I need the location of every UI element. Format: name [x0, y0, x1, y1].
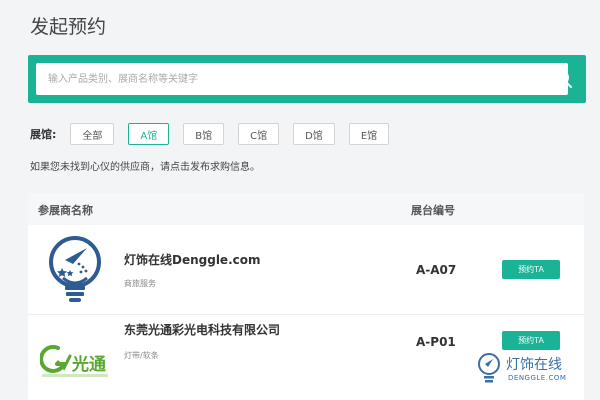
lightbulb-logo-icon	[49, 236, 101, 302]
watermark: 灯饰在线 DENGGLE.COM	[476, 352, 596, 392]
book-button[interactable]: 预约TA	[502, 260, 560, 279]
exhibitor-logo[interactable]	[40, 233, 110, 307]
lightbulb-watermark-icon	[478, 353, 500, 383]
watermark-name: 灯饰在线	[506, 357, 562, 373]
filter-hall-d[interactable]: D馆	[293, 123, 335, 145]
filter-hall-a[interactable]: A馆	[128, 123, 170, 145]
search-button[interactable]	[540, 55, 586, 103]
table-header: 参展商名称 展台编号	[28, 193, 584, 225]
svg-text:光通: 光通	[71, 354, 106, 375]
search-input[interactable]	[36, 63, 568, 95]
table-row: 灯饰在线Denggle.com 商旅服务 A-A07 预约TA	[28, 225, 584, 315]
booth-number: A-A07	[416, 263, 457, 277]
filter-hall-b[interactable]: B馆	[183, 123, 225, 145]
filter-hall-e[interactable]: E馆	[348, 123, 390, 145]
exhibitor-logo[interactable]: 光通	[40, 323, 110, 397]
exhibitor-category: 商旅服务	[124, 279, 156, 288]
watermark-domain: DENGGLE.COM	[508, 374, 567, 382]
book-button[interactable]: 预约TA	[502, 331, 560, 350]
header-booth-number: 展台编号	[411, 204, 455, 217]
filter-all[interactable]: 全部	[70, 123, 115, 145]
search-icon	[554, 70, 572, 88]
booth-number: A-P01	[416, 335, 456, 349]
guangtong-logo-icon: 光通	[40, 344, 108, 377]
hint-text: 如果您未找到心仪的供应商，请点击发布求购信息。	[30, 162, 260, 173]
page-title: 发起预约	[30, 16, 107, 38]
exhibitor-name[interactable]: 东莞光通彩光电科技有限公司	[124, 321, 280, 338]
hall-filter: 展馆: 全部 A馆 B馆 C馆 D馆 E馆	[30, 123, 403, 145]
hall-filter-label: 展馆:	[30, 128, 57, 141]
exhibitor-name[interactable]: 灯饰在线Denggle.com	[124, 251, 261, 268]
exhibitor-category: 灯带/软条	[124, 351, 159, 360]
header-exhibitor-name: 参展商名称	[38, 204, 93, 217]
filter-hall-c[interactable]: C馆	[238, 123, 280, 145]
search-bar	[28, 55, 586, 103]
